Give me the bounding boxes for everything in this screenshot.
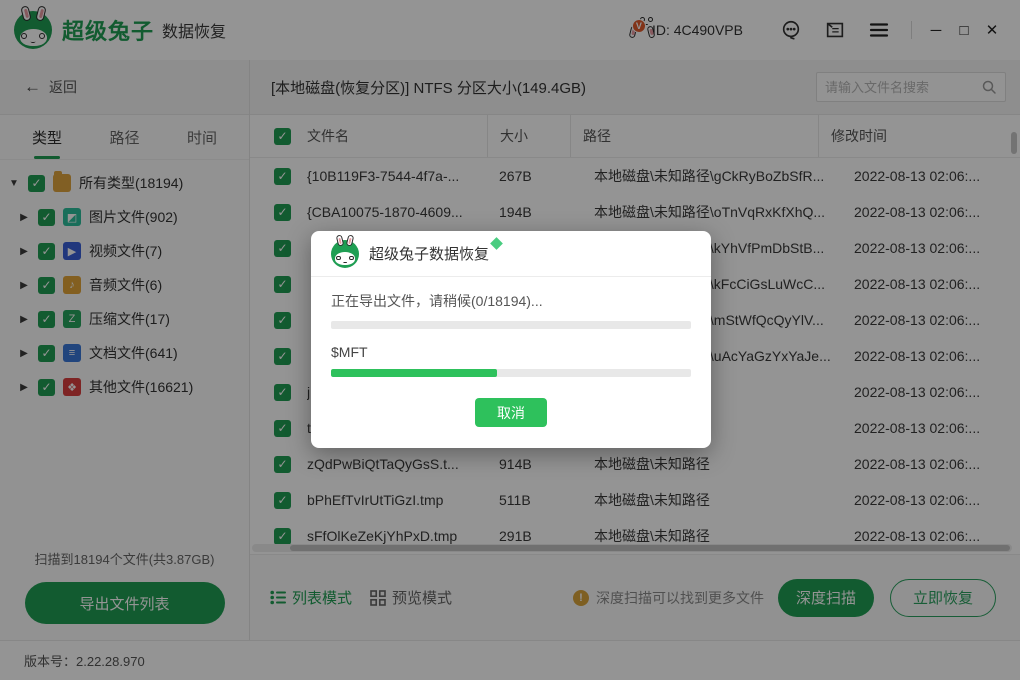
export-status-text: 正在导出文件，请稍候(0/18194)... [331,291,691,311]
overall-progress-bar [331,321,691,329]
current-file-name: $MFT [331,344,691,360]
current-file-progress-bar [331,369,691,377]
current-file-progress-fill [331,369,497,377]
dialog-title: 超级兔子数据恢复 [369,243,489,264]
rabbit-logo-icon [331,240,359,268]
app-window: 超级兔子 数据恢复 V ID: 4C490VPB [0,0,1020,680]
export-progress-dialog: 超级兔子数据恢复 正在导出文件，请稍候(0/18194)... $MFT 取消 [311,231,711,448]
cancel-button[interactable]: 取消 [475,398,547,427]
diamond-decoration-icon [490,237,503,250]
